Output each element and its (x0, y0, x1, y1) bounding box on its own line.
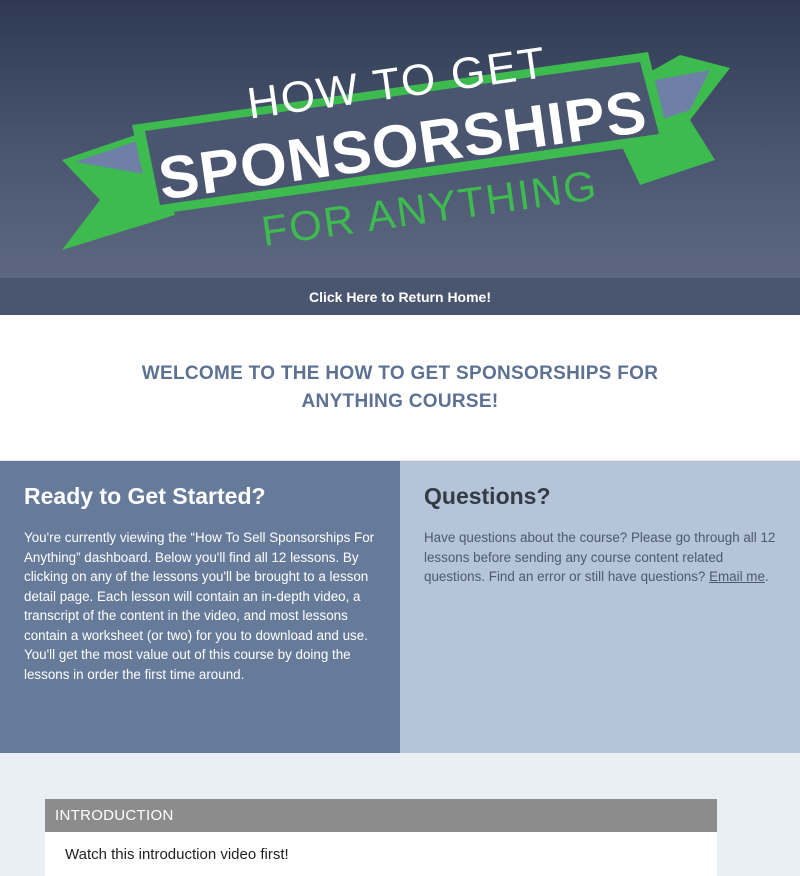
email-link[interactable]: Email me (709, 569, 765, 584)
hero-banner: HOW TO GET SPONSORSHIPS FOR ANYTHING (0, 0, 800, 278)
ready-panel: Ready to Get Started? You're currently v… (0, 461, 400, 753)
lessons-section: INTRODUCTION Watch this introduction vid… (0, 753, 800, 876)
ready-body: You're currently viewing the “How To Sel… (24, 530, 375, 682)
questions-title: Questions? (424, 483, 551, 509)
info-columns: Ready to Get Started? You're currently v… (0, 461, 800, 753)
intro-lesson-link[interactable]: Watch this introduction video first! (45, 832, 717, 876)
intro-header: INTRODUCTION (45, 799, 717, 832)
questions-paragraph: Have questions about the course? Please … (424, 528, 776, 587)
welcome-section: WELCOME TO THE HOW TO GET SPONSORSHIPS F… (0, 315, 800, 461)
return-home-bar: Click Here to Return Home! (0, 278, 800, 315)
intro-card: INTRODUCTION Watch this introduction vid… (45, 799, 717, 876)
welcome-title: WELCOME TO THE HOW TO GET SPONSORSHIPS F… (141, 362, 659, 412)
questions-panel: Questions? Have questions about the cour… (400, 461, 800, 753)
questions-period: . (764, 569, 769, 584)
ready-title: Ready to Get Started? (24, 483, 266, 509)
course-logo: HOW TO GET SPONSORSHIPS FOR ANYTHING (62, 38, 730, 255)
return-home-link[interactable]: Click Here to Return Home! (309, 289, 491, 305)
